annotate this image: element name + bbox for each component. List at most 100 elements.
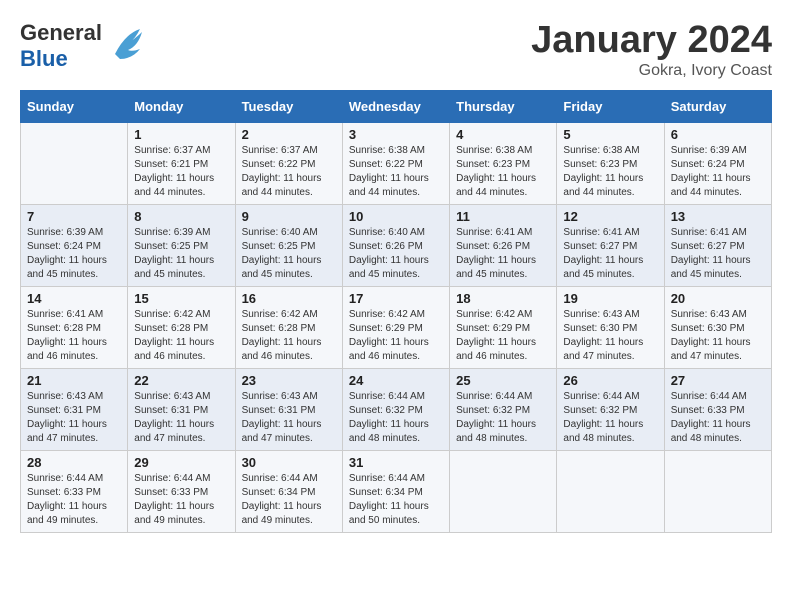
header-tuesday: Tuesday [235, 90, 342, 122]
calendar-cell: 25Sunrise: 6:44 AMSunset: 6:32 PMDayligh… [450, 368, 557, 450]
day-number: 12 [563, 209, 657, 224]
title-section: January 2024 Gokra, Ivory Coast [531, 20, 772, 80]
calendar-week-5: 28 Sunrise: 6:44 AMSunset: 6:33 PMDayligh… [21, 450, 772, 532]
day-info: Sunrise: 6:44 AMSunset: 6:32 PMDaylight:… [349, 390, 443, 446]
day-number: 9 [242, 209, 336, 224]
day-number: 26 [563, 373, 657, 388]
calendar-cell [664, 450, 771, 532]
day-info: Sunrise: 6:44 AMSunset: 6:33 PMDaylight:… [27, 472, 121, 528]
day-number: 28 [27, 455, 121, 470]
calendar-cell [21, 122, 128, 204]
calendar-cell: 24 Sunrise: 6:44 AMSunset: 6:32 PMDayligh… [342, 368, 449, 450]
day-number: 30 [242, 455, 336, 470]
day-info: Sunrise: 6:38 AMSunset: 6:23 PMDaylight:… [563, 144, 657, 200]
calendar-cell: 13 Sunrise: 6:41 AMSunset: 6:27 PMDayligh… [664, 204, 771, 286]
day-number: 6 [671, 127, 765, 142]
day-info: Sunrise: 6:44 AMSunset: 6:34 PMDaylight:… [349, 472, 443, 528]
calendar-cell: 29Sunrise: 6:44 AMSunset: 6:33 PMDayligh… [128, 450, 235, 532]
day-number: 5 [563, 127, 657, 142]
calendar-table: SundayMondayTuesdayWednesdayThursdayFrid… [20, 90, 772, 533]
day-info: Sunrise: 6:41 AMSunset: 6:27 PMDaylight:… [671, 226, 765, 282]
calendar-week-3: 14 Sunrise: 6:41 AMSunset: 6:28 PMDayligh… [21, 286, 772, 368]
calendar-cell: 6Sunrise: 6:39 AMSunset: 6:24 PMDaylight… [664, 122, 771, 204]
calendar-header-row: SundayMondayTuesdayWednesdayThursdayFrid… [21, 90, 772, 122]
day-info: Sunrise: 6:44 AMSunset: 6:34 PMDaylight:… [242, 472, 336, 528]
day-info: Sunrise: 6:44 AMSunset: 6:33 PMDaylight:… [134, 472, 228, 528]
calendar-cell: 11 Sunrise: 6:41 AMSunset: 6:26 PMDayligh… [450, 204, 557, 286]
calendar-cell: 16 Sunrise: 6:42 AMSunset: 6:28 PMDayligh… [235, 286, 342, 368]
day-number: 20 [671, 291, 765, 306]
calendar-cell: 27 Sunrise: 6:44 AMSunset: 6:33 PMDayligh… [664, 368, 771, 450]
calendar-cell [557, 450, 664, 532]
logo-text: General Blue [20, 20, 102, 72]
day-info: Sunrise: 6:38 AMSunset: 6:22 PMDaylight:… [349, 144, 443, 200]
calendar-cell: 20 Sunrise: 6:43 AMSunset: 6:30 PMDayligh… [664, 286, 771, 368]
logo: General Blue [20, 20, 145, 72]
calendar-cell: 8Sunrise: 6:39 AMSunset: 6:25 PMDaylight… [128, 204, 235, 286]
calendar-cell: 2 Sunrise: 6:37 AMSunset: 6:22 PMDaylight… [235, 122, 342, 204]
calendar-week-1: 1 Sunrise: 6:37 AMSunset: 6:21 PMDaylight… [21, 122, 772, 204]
day-info: Sunrise: 6:41 AMSunset: 6:28 PMDaylight:… [27, 308, 121, 364]
day-number: 10 [349, 209, 443, 224]
calendar-cell: 19 Sunrise: 6:43 AMSunset: 6:30 PMDayligh… [557, 286, 664, 368]
day-number: 4 [456, 127, 550, 142]
calendar-cell: 15Sunrise: 6:42 AMSunset: 6:28 PMDayligh… [128, 286, 235, 368]
day-info: Sunrise: 6:44 AMSunset: 6:33 PMDaylight:… [671, 390, 765, 446]
header-thursday: Thursday [450, 90, 557, 122]
day-number: 16 [242, 291, 336, 306]
calendar-week-4: 21Sunrise: 6:43 AMSunset: 6:31 PMDayligh… [21, 368, 772, 450]
header-monday: Monday [128, 90, 235, 122]
day-info: Sunrise: 6:42 AMSunset: 6:28 PMDaylight:… [242, 308, 336, 364]
day-info: Sunrise: 6:43 AMSunset: 6:30 PMDaylight:… [671, 308, 765, 364]
day-info: Sunrise: 6:43 AMSunset: 6:30 PMDaylight:… [563, 308, 657, 364]
day-number: 25 [456, 373, 550, 388]
location-subtitle: Gokra, Ivory Coast [531, 62, 772, 80]
day-number: 22 [134, 373, 228, 388]
day-info: Sunrise: 6:40 AMSunset: 6:25 PMDaylight:… [242, 226, 336, 282]
day-info: Sunrise: 6:43 AMSunset: 6:31 PMDaylight:… [134, 390, 228, 446]
day-number: 24 [349, 373, 443, 388]
day-info: Sunrise: 6:41 AMSunset: 6:26 PMDaylight:… [456, 226, 550, 282]
day-number: 11 [456, 209, 550, 224]
day-number: 19 [563, 291, 657, 306]
day-info: Sunrise: 6:37 AMSunset: 6:22 PMDaylight:… [242, 144, 336, 200]
calendar-cell: 17Sunrise: 6:42 AMSunset: 6:29 PMDayligh… [342, 286, 449, 368]
day-number: 3 [349, 127, 443, 142]
day-info: Sunrise: 6:42 AMSunset: 6:29 PMDaylight:… [349, 308, 443, 364]
calendar-cell: 1 Sunrise: 6:37 AMSunset: 6:21 PMDaylight… [128, 122, 235, 204]
header-friday: Friday [557, 90, 664, 122]
day-info: Sunrise: 6:42 AMSunset: 6:29 PMDaylight:… [456, 308, 550, 364]
calendar-cell: 7Sunrise: 6:39 AMSunset: 6:24 PMDaylight… [21, 204, 128, 286]
calendar-cell: 3 Sunrise: 6:38 AMSunset: 6:22 PMDaylight… [342, 122, 449, 204]
calendar-cell: 31 Sunrise: 6:44 AMSunset: 6:34 PMDayligh… [342, 450, 449, 532]
calendar-cell: 30 Sunrise: 6:44 AMSunset: 6:34 PMDayligh… [235, 450, 342, 532]
calendar-cell: 21Sunrise: 6:43 AMSunset: 6:31 PMDayligh… [21, 368, 128, 450]
day-info: Sunrise: 6:41 AMSunset: 6:27 PMDaylight:… [563, 226, 657, 282]
calendar-cell: 18Sunrise: 6:42 AMSunset: 6:29 PMDayligh… [450, 286, 557, 368]
logo-bird-icon [110, 24, 145, 69]
calendar-cell: 23Sunrise: 6:43 AMSunset: 6:31 PMDayligh… [235, 368, 342, 450]
day-number: 31 [349, 455, 443, 470]
day-info: Sunrise: 6:38 AMSunset: 6:23 PMDaylight:… [456, 144, 550, 200]
calendar-cell: 5 Sunrise: 6:38 AMSunset: 6:23 PMDaylight… [557, 122, 664, 204]
calendar-cell: 28 Sunrise: 6:44 AMSunset: 6:33 PMDayligh… [21, 450, 128, 532]
day-info: Sunrise: 6:40 AMSunset: 6:26 PMDaylight:… [349, 226, 443, 282]
day-number: 13 [671, 209, 765, 224]
day-number: 1 [134, 127, 228, 142]
day-info: Sunrise: 6:39 AMSunset: 6:24 PMDaylight:… [27, 226, 121, 282]
day-info: Sunrise: 6:39 AMSunset: 6:25 PMDaylight:… [134, 226, 228, 282]
calendar-cell: 22 Sunrise: 6:43 AMSunset: 6:31 PMDayligh… [128, 368, 235, 450]
header-saturday: Saturday [664, 90, 771, 122]
day-number: 2 [242, 127, 336, 142]
calendar-cell [450, 450, 557, 532]
day-info: Sunrise: 6:37 AMSunset: 6:21 PMDaylight:… [134, 144, 228, 200]
calendar-week-2: 7Sunrise: 6:39 AMSunset: 6:24 PMDaylight… [21, 204, 772, 286]
header-sunday: Sunday [21, 90, 128, 122]
calendar-cell: 26Sunrise: 6:44 AMSunset: 6:32 PMDayligh… [557, 368, 664, 450]
day-number: 14 [27, 291, 121, 306]
calendar-cell: 12 Sunrise: 6:41 AMSunset: 6:27 PMDayligh… [557, 204, 664, 286]
day-number: 27 [671, 373, 765, 388]
day-number: 15 [134, 291, 228, 306]
header-wednesday: Wednesday [342, 90, 449, 122]
calendar-cell: 4 Sunrise: 6:38 AMSunset: 6:23 PMDaylight… [450, 122, 557, 204]
